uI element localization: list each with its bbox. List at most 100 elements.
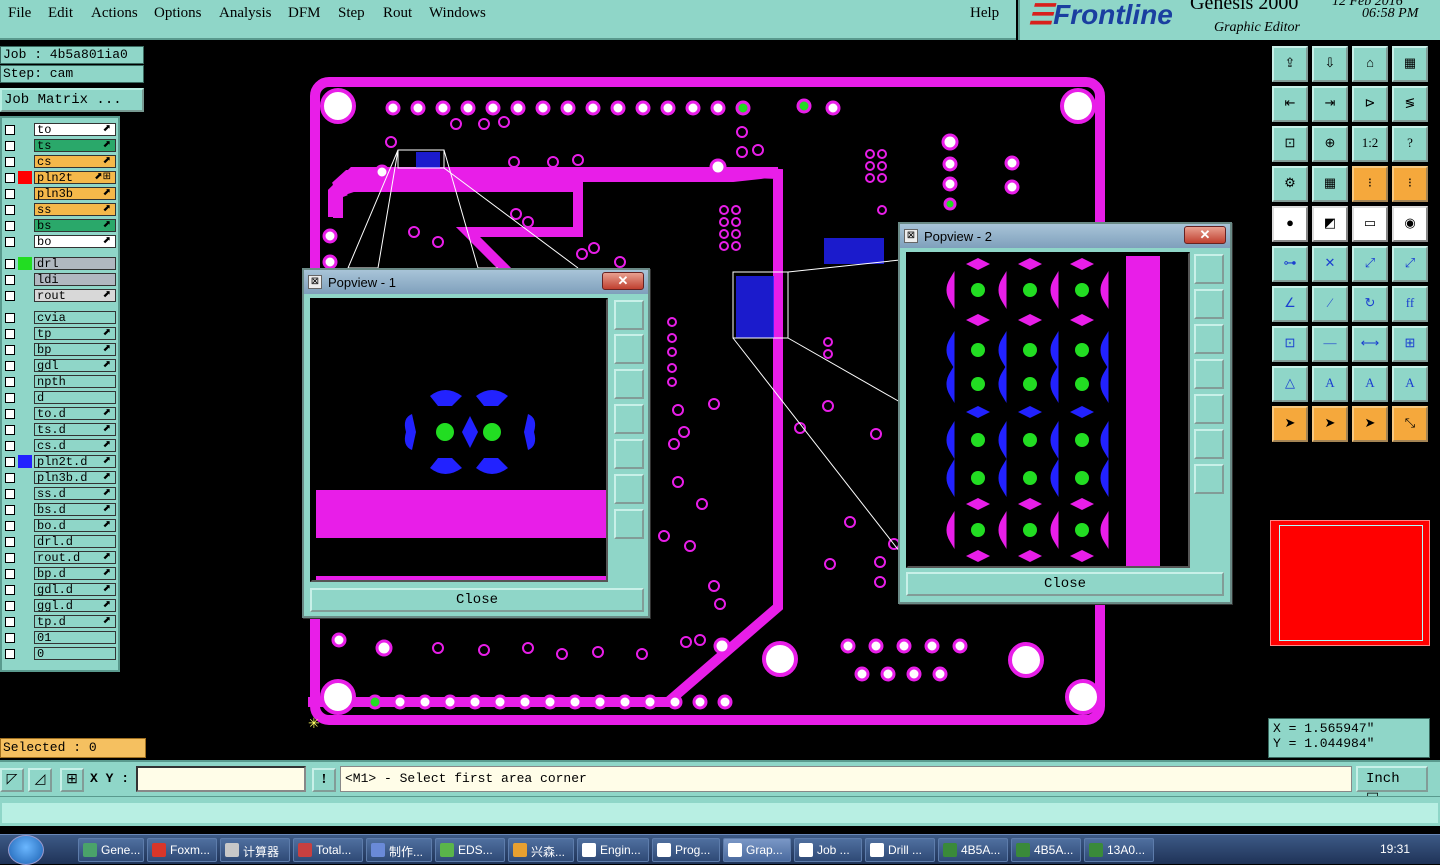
pan-down-icon[interactable] [614,369,644,399]
taskbar-item[interactable]: Gene... [78,838,144,862]
layer-color-swatch[interactable] [18,647,32,660]
layer-checkbox[interactable] [5,425,15,435]
layer-row[interactable]: pln3b.d ⬈ [2,470,118,485]
layer-row[interactable]: bo.d ⬈ [2,518,118,533]
layer-name[interactable]: rout.d ⬈ [34,551,116,564]
start-button[interactable] [8,835,44,865]
popview-2-canvas[interactable] [906,252,1190,568]
layer-checkbox[interactable] [5,313,15,323]
job-matrix-button[interactable]: Job Matrix ... [0,88,144,112]
layer-color-swatch[interactable] [18,203,32,216]
snap-icon[interactable]: ⊡ [1272,326,1308,362]
layer-name[interactable]: gdl.d ⬈ [34,583,116,596]
add-pad-icon[interactable]: ● [1272,206,1308,242]
menu-dfm[interactable]: DFM [288,5,321,22]
taskbar-item[interactable]: EDS... [435,838,505,862]
layer-row[interactable]: 0 [2,646,118,661]
layer-color-swatch[interactable] [18,391,32,404]
taskbar-item[interactable]: Drill ... [865,838,935,862]
layer-row[interactable]: bo ⬈ [2,234,118,249]
pan-down-icon[interactable] [1194,324,1224,354]
layer-checkbox[interactable] [5,189,15,199]
layer-checkbox[interactable] [5,361,15,371]
layer-color-swatch[interactable] [18,289,32,302]
layer-checkbox[interactable] [5,345,15,355]
grid-view-icon[interactable]: ▦ [1312,166,1348,202]
layer-name[interactable]: tp.d ⬈ [34,615,116,628]
taskbar-item[interactable]: Prog... [652,838,720,862]
layer-row[interactable]: bp.d ⬈ [2,566,118,581]
copy-icon[interactable]: ⤢ [1392,246,1428,282]
taskbar-item[interactable]: Total... [293,838,363,862]
layer-row[interactable]: gdl ⬈ [2,358,118,373]
popview-2-close-button[interactable]: Close [906,572,1224,596]
menu-edit[interactable]: Edit [48,5,73,22]
layer-name[interactable]: drl.d [34,535,116,548]
span-icon[interactable]: ⟷ [1352,326,1388,362]
layer-name[interactable]: d [34,391,116,404]
delete-icon[interactable]: ✕ [1312,246,1348,282]
layer-color-swatch[interactable] [18,327,32,340]
layer-color-swatch[interactable] [18,359,32,372]
layer-checkbox[interactable] [5,141,15,151]
layer-color-swatch[interactable] [18,471,32,484]
layer-name[interactable]: ss.d ⬈ [34,487,116,500]
popview-1-canvas[interactable] [310,298,608,582]
layer-checkbox[interactable] [5,205,15,215]
layer-row[interactable]: cvia [2,310,118,325]
overview-map[interactable] [1270,520,1430,646]
taskbar-item[interactable]: Grap... [723,838,791,862]
popview-1-titlebar[interactable]: ⊠ Popview - 1 [304,270,648,294]
layer-name[interactable]: bo ⬈ [34,235,116,248]
layer-checkbox[interactable] [5,237,15,247]
layer-checkbox[interactable] [5,473,15,483]
layer-color-swatch[interactable] [18,551,32,564]
layer-checkbox[interactable] [5,393,15,403]
layer-checkbox[interactable] [5,329,15,339]
layer-checkbox[interactable] [5,553,15,563]
layer-row[interactable]: pln2t ⬈⊞ [2,170,118,185]
layer-name[interactable]: ss ⬈ [34,203,116,216]
array-icon[interactable]: ⊞ [1392,326,1428,362]
layer-checkbox[interactable] [5,291,15,301]
pan-left-icon[interactable] [614,404,644,434]
taskbar-item[interactable]: 兴森... [508,838,574,862]
home-icon[interactable]: ⌂ [1352,46,1388,82]
menu-options[interactable]: Options [154,5,202,22]
taskbar-item[interactable]: Job ... [794,838,862,862]
taskbar-item[interactable]: 13A0... [1084,838,1154,862]
zoom-center-icon[interactable]: ⊕ [1312,126,1348,162]
layer-row[interactable]: ts ⬈ [2,138,118,153]
help-icon[interactable]: ? [1392,126,1428,162]
layer-checkbox[interactable] [5,457,15,467]
measure-line-icon[interactable]: — [1312,326,1348,362]
layer-name[interactable]: rout ⬈ [34,289,116,302]
layer-row[interactable]: bp ⬈ [2,342,118,357]
pan-right-icon[interactable]: ⇥ [1312,86,1348,122]
line-draw-icon[interactable]: ∕ [1312,286,1348,322]
layer-row[interactable]: bs ⬈ [2,218,118,233]
angle-icon[interactable]: ∠ [1272,286,1308,322]
layer-name[interactable]: cs ⬈ [34,155,116,168]
layer-row[interactable]: rout ⬈ [2,288,118,303]
zoom-fit-icon[interactable]: ⊡ [1272,126,1308,162]
layer-checkbox[interactable] [5,617,15,627]
layer-row[interactable]: gdl.d ⬈ [2,582,118,597]
layer-checkbox[interactable] [5,377,15,387]
layer-row[interactable]: drl.d [2,534,118,549]
layer-checkbox[interactable] [5,259,15,269]
popview-2-titlebar[interactable]: ⊠ Popview - 2 [900,224,1230,248]
layer-color-swatch[interactable] [18,535,32,548]
menu-analysis[interactable]: Analysis [219,5,272,22]
layer-checkbox[interactable] [5,505,15,515]
popview-1-close-x-button[interactable]: ✕ [602,272,644,290]
layer-color-swatch[interactable] [18,343,32,356]
layer-name[interactable]: to.d ⬈ [34,407,116,420]
layer-name[interactable]: bo.d ⬈ [34,519,116,532]
settings-icon[interactable]: ⚙ [1272,166,1308,202]
layer-color-swatch[interactable] [18,139,32,152]
zoom-home-icon[interactable] [1194,464,1224,494]
taskbar-item[interactable]: 计算器 [220,838,290,862]
layer-checkbox[interactable] [5,569,15,579]
drc-a-icon[interactable]: A [1312,366,1348,402]
